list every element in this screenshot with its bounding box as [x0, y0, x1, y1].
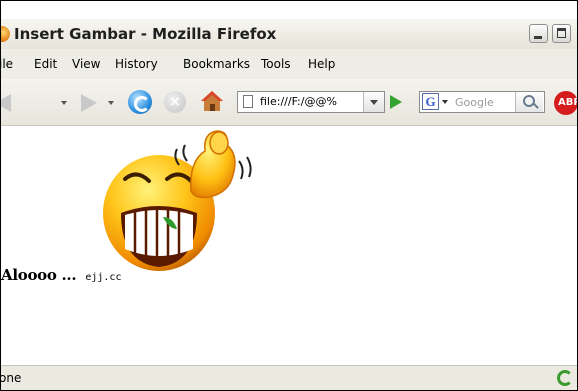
- engine-dropdown-icon[interactable]: [442, 100, 448, 104]
- adblock-icon[interactable]: ABP: [554, 91, 577, 115]
- menu-bar: ile Edit View History Bookmarks Tools He…: [1, 49, 577, 79]
- search-icon[interactable]: [515, 92, 543, 112]
- minimize-button[interactable]: [529, 24, 548, 43]
- google-icon[interactable]: G: [422, 93, 439, 110]
- home-icon[interactable]: [200, 89, 224, 113]
- forward-arrow-icon[interactable]: [81, 94, 97, 112]
- back-arrow-icon[interactable]: [1, 94, 11, 112]
- url-history-dropdown[interactable]: [363, 92, 384, 112]
- search-bar[interactable]: G Google: [419, 91, 545, 113]
- watermark-text: ejj.cc: [85, 272, 122, 283]
- url-bar[interactable]: file:///F:/@@%: [237, 91, 385, 113]
- window-title: Insert Gambar - Mozilla Firefox: [14, 25, 277, 43]
- connection-status-icon: [557, 370, 573, 386]
- caption-text: Aloooo ...: [1, 266, 77, 284]
- status-bar: one: [0, 365, 577, 390]
- search-input[interactable]: Google: [455, 96, 494, 109]
- reload-icon[interactable]: [128, 90, 152, 114]
- menu-tools[interactable]: Tools: [261, 57, 291, 71]
- status-text: one: [0, 371, 22, 385]
- menu-bookmarks[interactable]: Bookmarks: [183, 57, 250, 71]
- url-text[interactable]: file:///F:/@@%: [260, 95, 337, 108]
- menu-help[interactable]: Help: [308, 57, 335, 71]
- page-icon: [243, 95, 253, 108]
- firefox-icon: [1, 26, 10, 42]
- menu-view[interactable]: View: [72, 57, 100, 71]
- menu-history[interactable]: History: [115, 57, 158, 71]
- stop-icon[interactable]: ×: [164, 91, 186, 113]
- grinning-smiley-image: [103, 130, 252, 271]
- title-bar: Insert Gambar - Mozilla Firefox: [1, 19, 577, 49]
- menu-file[interactable]: ile: [1, 57, 13, 71]
- go-icon[interactable]: [390, 95, 402, 109]
- forward-history-dropdown[interactable]: [108, 101, 114, 105]
- browser-window: Insert Gambar - Mozilla Firefox ile Edit…: [0, 0, 578, 391]
- menu-edit[interactable]: Edit: [34, 57, 57, 71]
- caption: Aloooo ... ejj.cc: [1, 265, 121, 284]
- page-content: Aloooo ... ejj.cc: [1, 126, 577, 364]
- maximize-button[interactable]: [552, 24, 571, 43]
- back-history-dropdown[interactable]: [61, 101, 67, 105]
- navigation-toolbar: × file:///F:/@@% G Google ABP: [1, 79, 577, 126]
